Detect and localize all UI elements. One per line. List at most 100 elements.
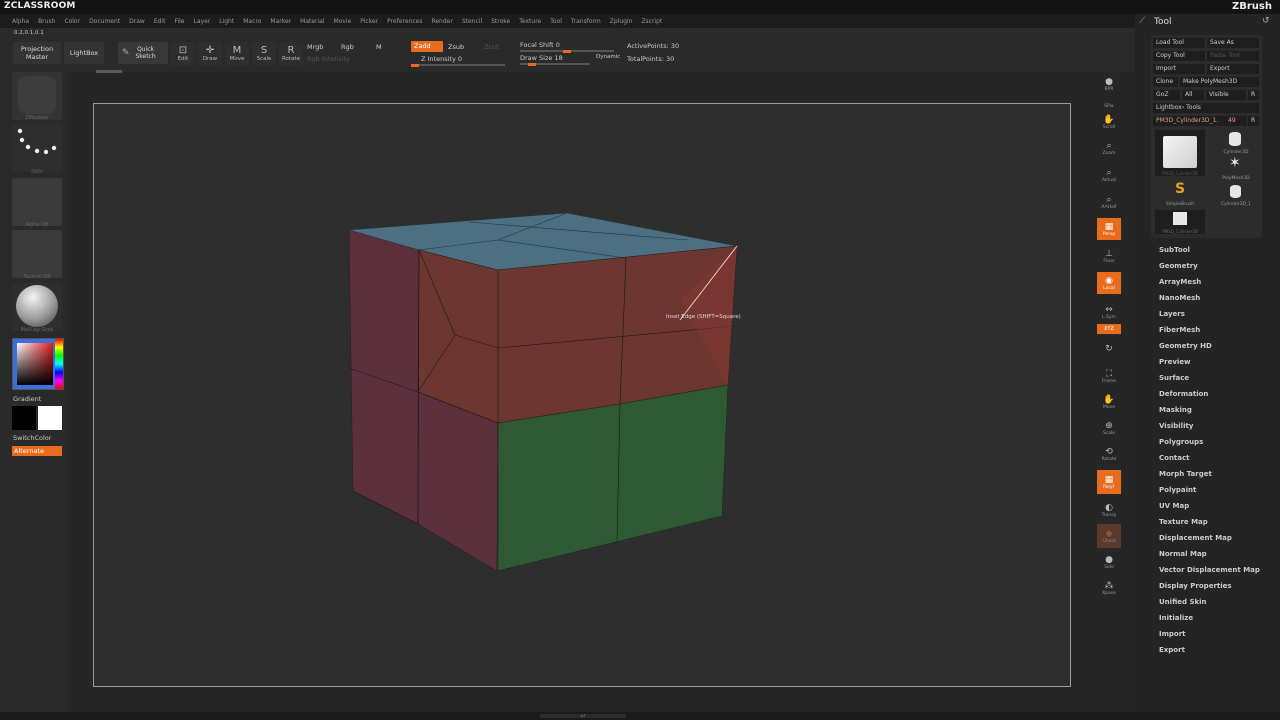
shelf-move-button[interactable]: ✋ Move — [1097, 390, 1121, 414]
tool-palette-title[interactable]: Tool — [1154, 17, 1171, 27]
aahalf-icon: ⌕ — [1106, 194, 1112, 205]
export-button[interactable]: Export — [1207, 64, 1259, 74]
local-label: Local — [1103, 285, 1115, 291]
local-icon: ◉ — [1105, 275, 1113, 286]
goz-all-button[interactable]: All — [1182, 90, 1204, 100]
lsym-button[interactable]: ⇔ L.Sym — [1097, 300, 1121, 324]
subpalette-deformation[interactable]: Deformation — [1159, 390, 1208, 398]
tray-toggle-icon[interactable]: ▴▾ — [540, 714, 626, 719]
lightbox-tools-button[interactable]: Lightbox› Tools — [1153, 103, 1259, 113]
pm3d-cylinder-thumbnail[interactable]: PM3D_Cylinder3D — [1155, 210, 1205, 234]
rotate-axis-button[interactable]: ↻ — [1097, 336, 1121, 362]
subpalette-contact[interactable]: Contact — [1159, 454, 1190, 462]
tool-r-button[interactable]: R — [1248, 116, 1259, 126]
make-polymesh-button[interactable]: Make PolyMesh3D — [1180, 77, 1259, 87]
scroll-button[interactable]: ✋ Scroll — [1097, 110, 1121, 134]
save-as-button[interactable]: Save As — [1207, 38, 1259, 48]
aahalf-button[interactable]: ⌕ AAHalf — [1097, 190, 1121, 214]
frame-button[interactable]: ⛶ Frame — [1097, 364, 1121, 388]
tooltip: Inset Edge (SHIFT=Square) — [666, 314, 741, 320]
subpalette-preview[interactable]: Preview — [1159, 358, 1191, 366]
solo-button[interactable]: ● Solo — [1097, 550, 1121, 574]
goz-r-label: R — [1251, 91, 1256, 98]
subpalette-layers[interactable]: Layers — [1159, 310, 1185, 318]
subpalette-geometry-hd[interactable]: Geometry HD — [1159, 342, 1212, 350]
subpalette-subtool[interactable]: SubTool — [1159, 246, 1190, 254]
subpalette-import[interactable]: Import — [1159, 630, 1186, 638]
bpr-icon: ● — [1105, 76, 1113, 87]
paste-tool-button[interactable]: Paste Tool — [1207, 51, 1259, 61]
current-tool-slider[interactable]: PM3D_Cylinder3D_1. — [1153, 116, 1225, 126]
subpalette-geometry[interactable]: Geometry — [1159, 262, 1198, 270]
subpalette-texture-map[interactable]: Texture Map — [1159, 518, 1208, 526]
goz-visible-button[interactable]: Visible — [1206, 90, 1246, 100]
copy-tool-label: Copy Tool — [1156, 52, 1185, 59]
frame-icon: ⛶ — [1105, 368, 1113, 379]
polymesh3d-thumbnail[interactable]: ✶ PolyMesh3D — [1213, 155, 1259, 181]
actual-icon: ⌕ — [1106, 167, 1112, 178]
transp-icon: ◐ — [1105, 502, 1113, 513]
subpalette-nanomesh[interactable]: NanoMesh — [1159, 294, 1200, 302]
solo-label: Solo — [1104, 564, 1114, 570]
subpalette-polypaint[interactable]: Polypaint — [1159, 486, 1196, 494]
subpalette-initialize[interactable]: Initialize — [1159, 614, 1193, 622]
shelf-rotate-button[interactable]: ⟲ Rotate — [1097, 442, 1121, 466]
current-tool-thumbnail[interactable]: PM3D_Cylinder3D — [1155, 130, 1205, 176]
make-polymesh-label: Make PolyMesh3D — [1183, 78, 1238, 85]
tool-r-label: R — [1251, 117, 1256, 124]
polyf-button[interactable]: ▦ PolyF — [1097, 470, 1121, 494]
ghost-button[interactable]: ◆ Ghost — [1097, 524, 1121, 548]
cube-tool-icon — [1163, 136, 1197, 168]
subpalette-masking[interactable]: Masking — [1159, 406, 1192, 414]
current-tool-label: PM3D_Cylinder3D_1. — [1156, 117, 1219, 124]
subpalette-visibility[interactable]: Visibility — [1159, 422, 1193, 430]
transp-button[interactable]: ◐ Transp — [1097, 498, 1121, 522]
subpalette-unified-skin[interactable]: Unified Skin — [1159, 598, 1207, 606]
cylinder3d-thumbnail[interactable]: Cylinder3D — [1213, 131, 1259, 155]
floor-icon: ⊥ — [1105, 248, 1113, 259]
load-tool-button[interactable]: Load Tool — [1153, 38, 1205, 48]
subpalette-vector-displacement-map[interactable]: Vector Displacement Map — [1159, 566, 1260, 574]
xpose-button[interactable]: ⁂ Xpose — [1097, 576, 1121, 600]
reset-icon[interactable]: ↺ — [1262, 16, 1270, 26]
subpalette-morph-target[interactable]: Morph Target — [1159, 470, 1212, 478]
rotate-axis-icon: ↻ — [1105, 344, 1113, 354]
polyf-label: PolyF — [1103, 484, 1115, 490]
ghost-label: Ghost — [1102, 538, 1116, 544]
zoom-icon: ⌕ — [1106, 140, 1112, 151]
current-tool-value[interactable]: 49 — [1225, 116, 1247, 126]
lsym-icon: ⇔ — [1105, 304, 1113, 315]
copy-tool-button[interactable]: Copy Tool — [1153, 51, 1205, 61]
subpalette-fibermesh[interactable]: FiberMesh — [1159, 326, 1200, 334]
subpalette-polygroups[interactable]: Polygroups — [1159, 438, 1203, 446]
subpalette-normal-map[interactable]: Normal Map — [1159, 550, 1207, 558]
persp-button[interactable]: ▦ Persp — [1097, 218, 1121, 240]
simplebrush-thumbnail[interactable]: S SimpleBrush — [1155, 181, 1205, 207]
subpalette-arraymesh[interactable]: ArrayMesh — [1159, 278, 1201, 286]
goz-button[interactable]: GoZ — [1153, 90, 1180, 100]
xyz-button[interactable]: XYZ — [1097, 324, 1121, 334]
ghost-icon: ◆ — [1105, 528, 1113, 539]
palette-pin-icon[interactable]: ⟋ — [1139, 16, 1145, 26]
subpalette-displacement-map[interactable]: Displacement Map — [1159, 534, 1232, 542]
subpalette-export[interactable]: Export — [1159, 646, 1185, 654]
polymesh-cube[interactable] — [348, 212, 738, 572]
subpalette-display-properties[interactable]: Display Properties — [1159, 582, 1232, 590]
spix-label: SPix — [1104, 103, 1114, 109]
goz-r-button[interactable]: R — [1248, 90, 1259, 100]
clone-button[interactable]: Clone — [1153, 77, 1178, 87]
persp-icon: ▦ — [1104, 221, 1114, 232]
star-icon: ✶ — [1229, 155, 1241, 171]
subpalette-uv-map[interactable]: UV Map — [1159, 502, 1189, 510]
local-button[interactable]: ◉ Local — [1097, 272, 1121, 294]
subpalette-surface[interactable]: Surface — [1159, 374, 1189, 382]
zoom-button[interactable]: ⌕ Zoom — [1097, 136, 1121, 160]
actual-button[interactable]: ⌕ Actual — [1097, 163, 1121, 187]
paste-tool-label: Paste Tool — [1210, 52, 1240, 59]
bpr-button[interactable]: ● BPR — [1097, 72, 1121, 96]
shelf-scale-button[interactable]: ⊕ Scale — [1097, 416, 1121, 440]
import-button[interactable]: Import — [1153, 64, 1205, 74]
xpose-label: Xpose — [1102, 590, 1116, 596]
floor-button[interactable]: ⊥ Floor — [1097, 244, 1121, 268]
cylinder3d-1-thumbnail[interactable]: Cylinder3D_1 — [1213, 183, 1259, 207]
